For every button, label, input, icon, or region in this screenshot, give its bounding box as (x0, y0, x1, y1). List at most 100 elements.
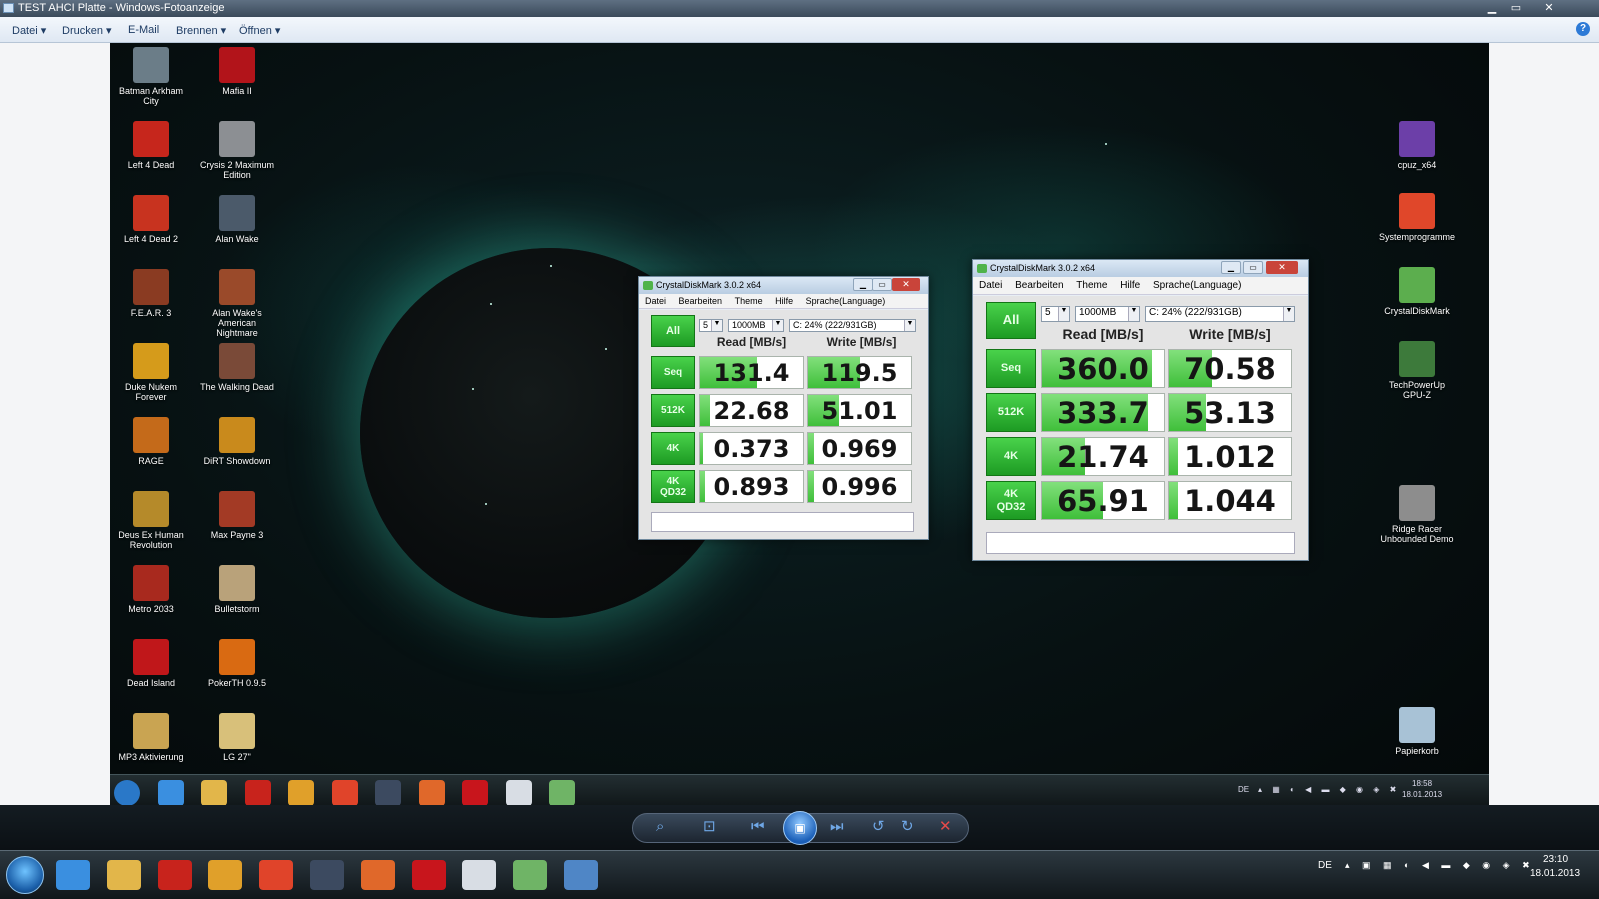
rotate-right-button[interactable]: ↻ (901, 817, 914, 837)
app-icon[interactable] (505, 780, 532, 806)
acrobat-icon[interactable] (244, 780, 271, 806)
cdm-large-menu-theme[interactable]: Theme (1076, 280, 1107, 291)
cdm-small-close-button[interactable]: ✕ (892, 278, 920, 291)
photo-viewer-icon[interactable] (564, 860, 598, 890)
ie-icon[interactable] (56, 860, 90, 890)
host-tray-time[interactable]: 23:10 (1543, 854, 1568, 865)
media-player-icon[interactable] (288, 780, 314, 806)
inner-tray-icons[interactable]: ▴ ▦ ◐ ◀ ▬ ◆ ◉ ◈ ✖ (1258, 785, 1400, 794)
desktop-icon-bulletstorm[interactable]: Bulletstorm (198, 565, 276, 614)
chrome-icon[interactable] (331, 780, 358, 806)
cdm-small-seq-button[interactable]: Seq (651, 356, 695, 389)
desktop-icon-alan-wake-s-american-nightmare[interactable]: Alan Wake's American Nightmare (198, 269, 276, 338)
zoom-button[interactable]: ⌕ (656, 817, 664, 837)
cdm-small-size-select[interactable]: 1000MB ▼ (728, 319, 784, 332)
start-button[interactable] (6, 856, 44, 894)
firefox-icon[interactable] (418, 780, 445, 806)
cdm-large-4k-qd32-button[interactable]: 4K QD32 (986, 481, 1036, 520)
cdm-small-4k-qd32-button[interactable]: 4K QD32 (651, 470, 695, 503)
cdm-large-menu-hilfe[interactable]: Hilfe (1120, 280, 1140, 291)
desktop-icon-metro-2033[interactable]: Metro 2033 (112, 565, 190, 614)
cdm-small-runs-select[interactable]: 5 ▼ (699, 319, 723, 332)
minimize-button[interactable]: ▁ (1481, 0, 1503, 17)
menu-drucken[interactable]: Drucken ▾ (62, 24, 112, 37)
inner-tray-date[interactable]: 18.01.2013 (1402, 790, 1442, 799)
desktop-icon-max-payne-3[interactable]: Max Payne 3 (198, 491, 276, 540)
desktop-icon-pokerth-0-9-5[interactable]: PokerTH 0.9.5 (198, 639, 276, 688)
desktop-icon-lg-27[interactable]: LG 27" (198, 713, 276, 762)
desktop-icon-techpowerup-gpu-z[interactable]: TechPowerUp GPU-Z (1378, 341, 1456, 400)
inner-tray-time[interactable]: 18:58 (1412, 779, 1432, 788)
cdm-large-512k-button[interactable]: 512K (986, 393, 1036, 432)
desktop-icon-ridge-racer-unbounded-demo[interactable]: Ridge Racer Unbounded Demo (1378, 485, 1456, 544)
cdm-large-menu-language[interactable]: Sprache(Language) (1153, 280, 1241, 291)
cdm-large-all-button[interactable]: All (986, 302, 1036, 339)
firefox-icon[interactable] (360, 860, 395, 890)
security-icon[interactable] (310, 860, 344, 890)
chrome-icon[interactable] (259, 860, 294, 890)
desktop-icon-deus-ex-human-revolution[interactable]: Deus Ex Human Revolution (112, 491, 190, 550)
desktop-icon-papierkorb[interactable]: Papierkorb (1378, 707, 1456, 756)
cdm-large-4k-button[interactable]: 4K (986, 437, 1036, 476)
slideshow-button[interactable]: ▣ (783, 811, 817, 845)
cdm-small-4k-button[interactable]: 4K (651, 432, 695, 465)
cdm-small-menu-language[interactable]: Sprache(Language) (806, 296, 886, 306)
start-orb-icon[interactable] (114, 780, 140, 806)
desktop-icon-left-4-dead[interactable]: Left 4 Dead (112, 121, 190, 170)
cdm-small-minimize-button[interactable]: ▁ (853, 278, 873, 291)
desktop-icon-duke-nukem-forever[interactable]: Duke Nukem Forever (112, 343, 190, 402)
desktop-icon-dirt-showdown[interactable]: DiRT Showdown (198, 417, 276, 466)
explorer-icon[interactable] (106, 860, 141, 890)
actual-size-button[interactable]: ⊡ (703, 817, 716, 837)
desktop-icon-mafia-ii[interactable]: Mafia II (198, 47, 276, 96)
desktop-icon-crysis-2-maximum-edition[interactable]: Crysis 2 Maximum Edition (198, 121, 276, 180)
desktop-icon-batman-arkham-city[interactable]: Batman Arkham City (112, 47, 190, 106)
cdm-large-comment-field[interactable] (986, 532, 1295, 554)
cdm-small-menu-theme[interactable]: Theme (735, 296, 763, 306)
desktop-icon-f-e-a-r-3[interactable]: F.E.A.R. 3 (112, 269, 190, 318)
explorer-icon[interactable] (201, 780, 227, 806)
cdm-large-size-select[interactable]: 1000MB ▼ (1075, 306, 1140, 322)
cdm-large-menu-bearbeiten[interactable]: Bearbeiten (1015, 280, 1063, 291)
cdm-small-drive-select[interactable]: C: 24% (222/931GB) ▼ (789, 319, 916, 332)
media-player-icon[interactable] (208, 860, 243, 890)
avira-icon[interactable] (462, 780, 488, 806)
acrobat-icon[interactable] (157, 860, 192, 890)
maximize-button[interactable]: ▭ (1505, 0, 1527, 17)
previous-button[interactable]: ⏮ (751, 817, 765, 837)
crystaldiskmark-icon[interactable] (513, 860, 548, 890)
desktop-icon-rage[interactable]: RAGE (112, 417, 190, 466)
desktop-icon-mp3-aktivierung[interactable]: MP3 Aktivierung (112, 713, 190, 762)
cdm-large-minimize-button[interactable]: ▁ (1221, 261, 1241, 274)
cdm-small-menu-hilfe[interactable]: Hilfe (775, 296, 793, 306)
avira-icon[interactable] (411, 860, 446, 890)
crystaldiskmark-icon[interactable] (549, 780, 575, 806)
cdm-large-seq-button[interactable]: Seq (986, 349, 1036, 388)
menu-datei[interactable]: Datei ▾ (12, 24, 46, 37)
next-button[interactable]: ⏭ (830, 817, 844, 837)
cdm-large-close-button[interactable]: ✕ (1266, 261, 1298, 274)
close-button[interactable]: ✕ (1535, 0, 1563, 17)
host-tray-date[interactable]: 18.01.2013 (1530, 868, 1580, 879)
host-tray-icons[interactable]: ▴ ▣ ▦ ◐ ◀ ▬ ◆ ◉ ◈ ✖ (1345, 860, 1535, 871)
cdm-large-menu-datei[interactable]: Datei (979, 280, 1002, 291)
desktop-icon-systemprogramme[interactable]: Systemprogramme (1378, 193, 1456, 242)
menu-email[interactable]: E-Mail (128, 24, 159, 36)
menu-brennen[interactable]: Brennen ▾ (176, 24, 226, 37)
cdm-small-all-button[interactable]: All (651, 315, 695, 347)
cdm-small-maximize-button[interactable]: ▭ (872, 278, 892, 291)
desktop-icon-alan-wake[interactable]: Alan Wake (198, 195, 276, 244)
ie-icon[interactable] (157, 780, 184, 806)
desktop-icon-the-walking-dead[interactable]: The Walking Dead (198, 343, 276, 392)
cdm-small-comment-field[interactable] (651, 512, 914, 532)
cdm-large-runs-select[interactable]: 5 ▼ (1041, 306, 1070, 322)
desktop-icon-dead-island[interactable]: Dead Island (112, 639, 190, 688)
cdm-small-512k-button[interactable]: 512K (651, 394, 695, 427)
cdm-small-menu-bearbeiten[interactable]: Bearbeiten (679, 296, 723, 306)
cdm-large-drive-select[interactable]: C: 24% (222/931GB) ▼ (1145, 306, 1295, 322)
desktop-icon-left-4-dead-2[interactable]: Left 4 Dead 2 (112, 195, 190, 244)
desktop-icon-cpuz-x64[interactable]: cpuz_x64 (1378, 121, 1456, 170)
desktop-icon-crystaldiskmark[interactable]: CrystalDiskMark (1378, 267, 1456, 316)
security-icon[interactable] (375, 780, 401, 806)
cdm-small-menu-datei[interactable]: Datei (645, 296, 666, 306)
